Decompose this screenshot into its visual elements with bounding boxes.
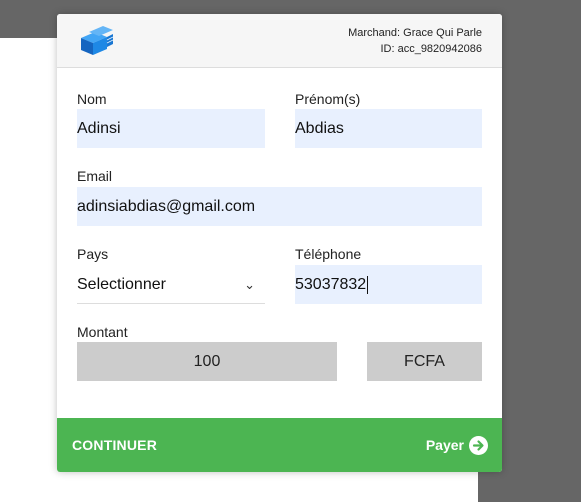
pay-label: Payer bbox=[425, 437, 464, 453]
montant-label: Montant bbox=[77, 324, 128, 340]
email-input[interactable]: adinsiabdias@gmail.com bbox=[77, 187, 482, 226]
modal-header: Marchand: Grace Qui Parle ID: acc_982094… bbox=[57, 14, 502, 68]
payment-modal: Marchand: Grace Qui Parle ID: acc_982094… bbox=[57, 14, 502, 472]
pays-selected-value: Selectionner bbox=[77, 276, 166, 293]
chevron-down-icon: ⌄ bbox=[244, 277, 255, 292]
arrow-right-icon bbox=[469, 435, 488, 455]
text-cursor bbox=[367, 275, 369, 294]
prenom-input[interactable]: Abdias bbox=[295, 109, 482, 148]
pays-select[interactable]: Selectionner ⌄ bbox=[77, 265, 265, 304]
montant-field: 100 bbox=[77, 342, 337, 381]
modal-footer: CONTINUER Payer bbox=[57, 418, 502, 472]
merchant-id: ID: acc_9820942086 bbox=[380, 43, 482, 55]
merchant-name: Marchand: Grace Qui Parle bbox=[348, 27, 482, 39]
pays-label: Pays bbox=[77, 246, 109, 262]
telephone-value: 53037832 bbox=[295, 276, 367, 293]
nom-input[interactable]: Adinsi bbox=[77, 109, 265, 148]
pay-button[interactable]: Payer bbox=[426, 418, 488, 472]
currency-field: FCFA bbox=[367, 342, 482, 381]
email-label: Email bbox=[77, 168, 113, 184]
prenom-label: Prénom(s) bbox=[295, 91, 361, 107]
continue-button[interactable]: CONTINUER bbox=[72, 418, 157, 472]
stacked-layers-logo-icon bbox=[81, 26, 114, 55]
nom-label: Nom bbox=[77, 91, 107, 107]
merchant-info: Marchand: Grace Qui Parle ID: acc_982094… bbox=[348, 25, 482, 57]
telephone-label: Téléphone bbox=[295, 246, 362, 262]
telephone-input[interactable]: 53037832 bbox=[295, 265, 482, 304]
